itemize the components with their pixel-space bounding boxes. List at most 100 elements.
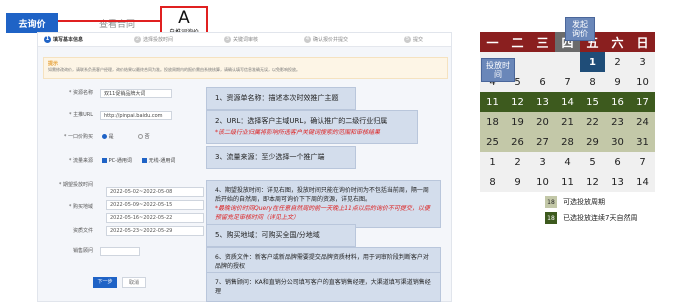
callout-letter: A [178, 8, 190, 28]
calendar-day[interactable]: 4 [555, 152, 580, 172]
region-label: * 购买地域 [68, 204, 93, 210]
date-list: 2022-05-02~2022-05-08 2022-05-09~2022-05… [106, 187, 204, 239]
annotation-4: 4、期望投放时间：详见右图，投放时间只能在询价时间为不包括当前周，隔一周后开始的… [206, 180, 441, 228]
calendar-header-cell: 日 [630, 32, 655, 52]
bubble-inquiry: 发起询价 [565, 17, 595, 41]
calendar-day[interactable]: 29 [580, 132, 605, 152]
calendar-day[interactable]: 13 [605, 172, 630, 192]
calendar-day[interactable]: 15 [580, 92, 605, 112]
calendar-day[interactable]: 6 [530, 72, 555, 92]
calendar-header-cell: 六 [605, 32, 630, 52]
annotation-5: 5、购买地域：可购买全国/分地域 [206, 224, 356, 247]
time-label: * 期望投放时间 [58, 182, 93, 188]
flow-yes-radio[interactable]: 是 [102, 133, 114, 140]
notice-box: 提示 如需修改询价，请联系负责客户经理，询价结果以最终合同为准。投放周期内的报价… [43, 57, 448, 79]
calendar-day[interactable]: 7 [555, 72, 580, 92]
swatch-selected: 18 [545, 212, 557, 224]
calendar-day[interactable] [555, 52, 580, 72]
calendar-day[interactable]: 27 [530, 132, 555, 152]
file-label: 资质文件 [72, 228, 93, 234]
calendar-day[interactable]: 31 [630, 132, 655, 152]
date-item[interactable]: 2022-05-16~2022-05-22 [106, 213, 204, 223]
bubble-launch: 投放时间 [481, 58, 515, 82]
calendar-day[interactable]: 10 [630, 72, 655, 92]
calendar-header-cell: 二 [505, 32, 530, 52]
calendar-day[interactable]: 1 [480, 152, 505, 172]
calendar-day[interactable]: 22 [580, 112, 605, 132]
date-item[interactable]: 2022-05-23~2022-05-29 [106, 226, 204, 236]
name-label: * 资源名称 [68, 90, 93, 96]
calendar-day[interactable]: 3 [530, 152, 555, 172]
sales-label: 销售顾问 [72, 248, 93, 254]
calendar-day[interactable]: 12 [505, 92, 530, 112]
annotation-7: 7、销售顾问：KA和直销分公司填写客户的直客销售经理，大渠道填写渠道销售经理 [206, 272, 441, 302]
legend-item-1: 18 可选投放周期 [545, 196, 605, 208]
calendar-day[interactable]: 3 [630, 52, 655, 72]
source-label: * 流量来源 [68, 158, 93, 164]
calendar-day[interactable]: 19 [505, 112, 530, 132]
calendar-day[interactable]: 26 [505, 132, 530, 152]
legend-item-2: 18 已选投放连续7天自然周 [545, 212, 637, 224]
calendar-day[interactable]: 21 [555, 112, 580, 132]
calendar-day[interactable]: 20 [530, 112, 555, 132]
calendar-day[interactable] [530, 52, 555, 72]
source-mobile-checkbox[interactable]: 无线-通用词 [142, 157, 175, 164]
date-item[interactable]: 2022-05-09~2022-05-15 [106, 200, 204, 210]
calendar-day[interactable]: 12 [580, 172, 605, 192]
calendar-day[interactable]: 25 [480, 132, 505, 152]
tab-inquiry[interactable]: 去询价 [6, 13, 58, 33]
next-button[interactable]: 下一步 [93, 277, 117, 288]
calendar-day[interactable]: 28 [555, 132, 580, 152]
calendar-day[interactable]: 16 [605, 92, 630, 112]
flow-no-radio[interactable]: 否 [138, 133, 150, 140]
calendar-header-cell: 一 [480, 32, 505, 52]
calendar-day[interactable]: 8 [580, 72, 605, 92]
calendar-day[interactable]: 9 [505, 172, 530, 192]
source-pc-checkbox[interactable]: PC-通用词 [102, 157, 132, 164]
calendar-day[interactable]: 11 [555, 172, 580, 192]
notice-body: 如需修改询价，请联系负责客户经理，询价结果以最终合同为准。投放周期内的报价需由系… [48, 67, 300, 72]
calendar-day[interactable]: 10 [530, 172, 555, 192]
url-input[interactable]: http://pinpai.baidu.com [100, 111, 172, 120]
calendar-day[interactable]: 7 [630, 152, 655, 172]
calendar-day[interactable]: 14 [630, 172, 655, 192]
legend-text-2: 已选投放连续7天自然周 [563, 214, 638, 222]
calendar-day[interactable]: 23 [605, 112, 630, 132]
calendar-day[interactable]: 24 [630, 112, 655, 132]
sales-input[interactable] [100, 247, 140, 256]
callout-connector [58, 20, 160, 22]
calendar-header-cell: 三 [530, 32, 555, 52]
calendar-day[interactable]: 17 [630, 92, 655, 112]
step-4: 4 确认报价并提交 [304, 36, 349, 43]
annotation-1: 1、资源单名称：描述本次时效推广主题 [206, 87, 356, 110]
calendar-day[interactable]: 1 [580, 52, 605, 72]
calendar-day[interactable]: 5 [580, 152, 605, 172]
notice-title: 提示 [48, 61, 59, 67]
calendar-day[interactable]: 13 [530, 92, 555, 112]
step-5: 5 提交 [404, 36, 424, 43]
swatch-available: 18 [545, 196, 557, 208]
step-1: 1 填写基本信息 [44, 36, 84, 43]
step-3: 3 关键词审核 [224, 36, 259, 43]
annotation-2: 2、URL：选择客户主域URL，确认推广的二级行业归属 *该二级行业归属将影响所… [206, 110, 418, 144]
flow-label: * 一口价购买 [63, 134, 93, 140]
calendar-day[interactable]: 14 [555, 92, 580, 112]
calendar-day[interactable]: 30 [605, 132, 630, 152]
name-input[interactable]: 双11促销品牌大词 [100, 89, 172, 98]
step-bar: 1 填写基本信息 2 选择投放时间 3 关键词审核 4 确认报价并提交 5 提交 [38, 33, 451, 47]
date-item[interactable]: 2022-05-02~2022-05-08 [106, 187, 204, 197]
calendar-day[interactable]: 11 [480, 92, 505, 112]
calendar-day[interactable]: 18 [480, 112, 505, 132]
tab-contract[interactable]: 查看合同 [72, 13, 162, 33]
legend-text-1: 可选投放周期 [563, 198, 605, 206]
annotation-3: 3、流量来源：至少选择一个推广端 [206, 146, 356, 169]
calendar-grid: 一二三四五六日 1 2 3 4 5 6 7 8 9 10 11 12 13 14 15 16 17 18 19 20 21… [480, 32, 655, 192]
calendar-day[interactable]: 9 [605, 72, 630, 92]
calendar-day[interactable]: 8 [480, 172, 505, 192]
calendar: 一二三四五六日 1 2 3 4 5 6 7 8 9 10 11 12 13 14 15 16 17 18 19 20 21… [480, 32, 655, 192]
calendar-day[interactable]: 2 [605, 52, 630, 72]
calendar-day[interactable]: 6 [605, 152, 630, 172]
step-2: 2 选择投放时间 [134, 36, 174, 43]
cancel-button[interactable]: 取消 [122, 277, 146, 288]
calendar-day[interactable]: 2 [505, 152, 530, 172]
